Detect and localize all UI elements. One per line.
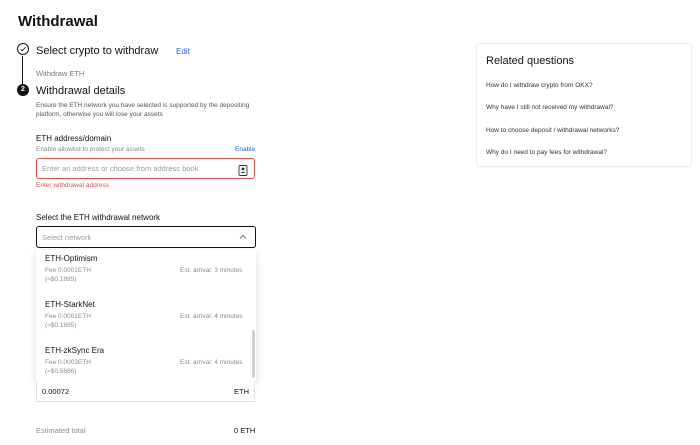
- step2-title: Withdrawal details: [36, 85, 126, 97]
- related-question-link[interactable]: Why do I need to pay fees for withdrawal…: [486, 149, 607, 156]
- option-arrival: Est. arrival: 4 minutes: [180, 313, 243, 320]
- option-name: ETH-StarkNet: [45, 300, 95, 309]
- related-questions-title: Related questions: [486, 55, 575, 67]
- related-question-link[interactable]: How do I withdraw crypto from OKX?: [486, 82, 593, 89]
- network-select[interactable]: Select network: [36, 226, 256, 248]
- step2-number-badge: 2: [17, 84, 29, 96]
- chevron-up-icon: [239, 234, 247, 239]
- page-title: Withdrawal: [18, 13, 98, 30]
- option-arrival: Est. arrival: 4 minutes: [180, 359, 243, 366]
- allowlist-hint: Enable allowlist to protect your assets: [36, 146, 145, 153]
- related-question-link[interactable]: How to choose deposit / withdrawal netwo…: [486, 127, 619, 134]
- option-fee: Fee 0.0003ETH: [45, 359, 91, 366]
- option-fee: Fee 0.0001ETH: [45, 313, 91, 320]
- amount-unit: ETH: [234, 387, 249, 396]
- address-error-message: Enter withdrawal address: [36, 182, 109, 189]
- dropdown-scrollbar[interactable]: [252, 330, 255, 378]
- amount-value: 0.00072: [42, 387, 70, 396]
- selected-crypto: Withdraw ETH: [36, 69, 85, 78]
- network-warning-note: Ensure the ETH network you have selected…: [36, 102, 250, 118]
- network-placeholder: Select network: [42, 233, 92, 242]
- edit-link[interactable]: Edit: [176, 47, 190, 56]
- network-dropdown: ETH-Optimism Fee 0.0001ETH (≈$0.1895) Es…: [36, 250, 256, 382]
- option-fee-usd: (≈$0.5686): [45, 368, 77, 375]
- network-label: Select the ETH withdrawal network: [36, 213, 161, 222]
- estimated-total-label: Estimated total: [36, 426, 86, 435]
- address-input[interactable]: [36, 158, 255, 179]
- network-option-eth-zksync-era[interactable]: ETH-zkSync Era Fee 0.0003ETH (≈$0.5686) …: [36, 343, 251, 382]
- address-book-icon[interactable]: [238, 163, 248, 176]
- address-label: ETH address/domain: [36, 134, 112, 143]
- option-fee: Fee 0.0001ETH: [45, 267, 91, 274]
- related-questions-panel: Related questions How do I withdraw cryp…: [476, 43, 692, 167]
- option-name: ETH-Optimism: [45, 254, 98, 263]
- option-fee-usd: (≈$0.1895): [45, 322, 77, 329]
- estimated-total-value: 0 ETH: [234, 426, 256, 435]
- step-complete-check-icon: [17, 43, 29, 55]
- amount-field[interactable]: 0.00072 ETH: [36, 382, 255, 402]
- enable-allowlist-link[interactable]: Enable: [235, 146, 255, 153]
- step1-title: Select crypto to withdraw: [36, 45, 159, 57]
- option-arrival: Est. arrival: 3 minutes: [180, 267, 243, 274]
- related-question-link[interactable]: Why have I still not received my withdra…: [486, 104, 614, 111]
- steps-connector-line: [22, 56, 23, 85]
- option-name: ETH-zkSync Era: [45, 346, 105, 355]
- network-option-eth-starknet[interactable]: ETH-StarkNet Fee 0.0001ETH (≈$0.1895) Es…: [36, 297, 251, 341]
- network-option-eth-optimism[interactable]: ETH-Optimism Fee 0.0001ETH (≈$0.1895) Es…: [36, 251, 251, 295]
- option-fee-usd: (≈$0.1895): [45, 276, 77, 283]
